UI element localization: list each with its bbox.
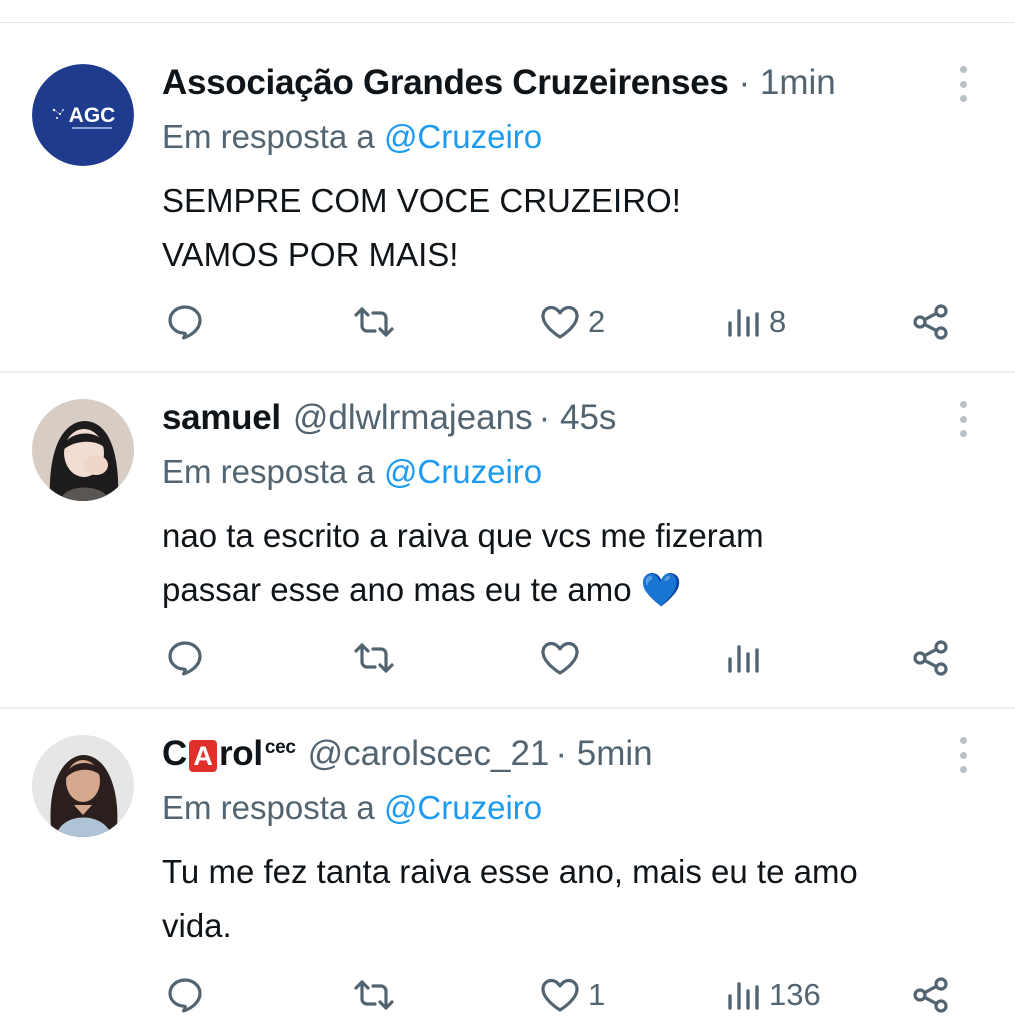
more-icon[interactable] bbox=[952, 737, 974, 773]
reply-button[interactable] bbox=[164, 296, 206, 348]
share-icon bbox=[913, 977, 948, 1013]
reply-button[interactable] bbox=[164, 969, 206, 1021]
views-count: 8 bbox=[769, 304, 787, 339]
retweet-icon bbox=[354, 980, 394, 1010]
more-icon[interactable] bbox=[952, 66, 974, 102]
more-icon[interactable] bbox=[952, 401, 974, 437]
heart-icon bbox=[541, 305, 579, 339]
share-button[interactable] bbox=[910, 969, 952, 1021]
views-button[interactable]: 136 bbox=[725, 969, 821, 1021]
profile-photo bbox=[32, 399, 134, 501]
like-count: 2 bbox=[588, 304, 606, 339]
tweet-text-line: passar esse ano mas eu te amo 💙 bbox=[162, 571, 682, 608]
share-button[interactable] bbox=[910, 632, 952, 684]
like-button[interactable] bbox=[538, 632, 588, 684]
retweet-icon bbox=[354, 643, 394, 673]
display-name[interactable]: C Arol cec bbox=[162, 734, 296, 774]
like-count: 1 bbox=[588, 977, 606, 1012]
reply-context: Em resposta a @Cruzeiro bbox=[162, 453, 542, 491]
avatar[interactable] bbox=[32, 735, 134, 837]
action-bar: 1 136 bbox=[0, 969, 1015, 1021]
like-button[interactable]: 2 bbox=[538, 296, 605, 348]
share-icon bbox=[913, 304, 948, 340]
views-button[interactable] bbox=[725, 632, 769, 684]
tweet-text-line: vida. bbox=[162, 907, 232, 944]
name-superscript: cec bbox=[264, 737, 296, 758]
name-text: C bbox=[162, 734, 187, 773]
tweet-text-line: Tu me fez tanta raiva esse ano, mais eu … bbox=[162, 853, 858, 890]
timestamp[interactable]: · 1min bbox=[739, 63, 836, 103]
avatar[interactable]: AGC bbox=[32, 64, 134, 166]
a-button-emoji: A bbox=[188, 740, 217, 772]
reply-icon bbox=[168, 641, 202, 676]
reply-context: Em resposta a @Cruzeiro bbox=[162, 118, 542, 156]
tweet-samuel[interactable]: samuel @dlwlrmajeans · 45s Em resposta a… bbox=[0, 373, 1015, 709]
retweet-button[interactable] bbox=[352, 632, 396, 684]
tweet-text-line: SEMPRE COM VOCE CRUZEIRO! bbox=[162, 182, 681, 219]
tweet-text-line: VAMOS POR MAIS! bbox=[162, 236, 459, 273]
tweet-text: Tu me fez tanta raiva esse ano, mais eu … bbox=[162, 845, 1002, 953]
reply-mention-link[interactable]: @Cruzeiro bbox=[384, 453, 542, 490]
name-text: rol bbox=[218, 734, 263, 773]
user-handle[interactable]: @carolscec_21 bbox=[308, 734, 550, 774]
reply-context: Em resposta a @Cruzeiro bbox=[162, 789, 542, 827]
tweet-header: C Arol cec @carolscec_21 · 5min bbox=[162, 731, 653, 777]
tweet-text: SEMPRE COM VOCE CRUZEIRO! VAMOS POR MAIS… bbox=[162, 174, 992, 282]
share-button[interactable] bbox=[910, 296, 952, 348]
heart-icon bbox=[541, 641, 579, 675]
svg-text:AGC: AGC bbox=[69, 104, 116, 127]
views-icon bbox=[728, 982, 759, 1010]
tweet-carol[interactable]: C Arol cec @carolscec_21 · 5min Em respost… bbox=[0, 709, 1015, 1024]
reply-mention-link[interactable]: @Cruzeiro bbox=[384, 118, 542, 155]
tweet-agc[interactable]: AGC Associação Grandes Cruzeirenses · 1m… bbox=[0, 38, 1015, 373]
tweet-text-line: nao ta escrito a raiva que vcs me fizera… bbox=[162, 517, 764, 554]
reply-prefix: Em resposta a bbox=[162, 789, 375, 826]
views-icon bbox=[728, 309, 759, 337]
share-icon bbox=[913, 640, 948, 676]
display-name[interactable]: samuel bbox=[162, 398, 281, 438]
top-divider bbox=[0, 22, 1015, 23]
retweet-button[interactable] bbox=[352, 296, 396, 348]
user-handle[interactable]: @dlwlrmajeans bbox=[293, 398, 533, 438]
display-name[interactable]: Associação Grandes Cruzeirenses bbox=[162, 63, 729, 103]
reply-icon bbox=[168, 978, 202, 1013]
reply-prefix: Em resposta a bbox=[162, 453, 375, 490]
heart-icon bbox=[541, 978, 579, 1012]
reply-button[interactable] bbox=[164, 632, 206, 684]
retweet-button[interactable] bbox=[352, 969, 396, 1021]
action-bar bbox=[0, 632, 1015, 684]
tweet-header: Associação Grandes Cruzeirenses · 1min bbox=[162, 60, 836, 106]
views-count: 136 bbox=[769, 977, 821, 1012]
timestamp[interactable]: · 5min bbox=[555, 734, 652, 774]
retweet-icon bbox=[354, 307, 394, 337]
tweet-text: nao ta escrito a raiva que vcs me fizera… bbox=[162, 509, 992, 617]
tweet-header: samuel @dlwlrmajeans · 45s bbox=[162, 395, 616, 441]
avatar[interactable] bbox=[32, 399, 134, 501]
action-bar: 2 8 bbox=[0, 296, 1015, 348]
agc-logo: AGC bbox=[32, 64, 134, 166]
reply-icon bbox=[168, 305, 202, 340]
reply-mention-link[interactable]: @Cruzeiro bbox=[384, 789, 542, 826]
timestamp[interactable]: · 45s bbox=[539, 398, 617, 438]
like-button[interactable]: 1 bbox=[538, 969, 605, 1021]
views-button[interactable]: 8 bbox=[725, 296, 786, 348]
profile-photo bbox=[32, 735, 134, 837]
reply-prefix: Em resposta a bbox=[162, 118, 375, 155]
views-icon bbox=[728, 645, 759, 673]
